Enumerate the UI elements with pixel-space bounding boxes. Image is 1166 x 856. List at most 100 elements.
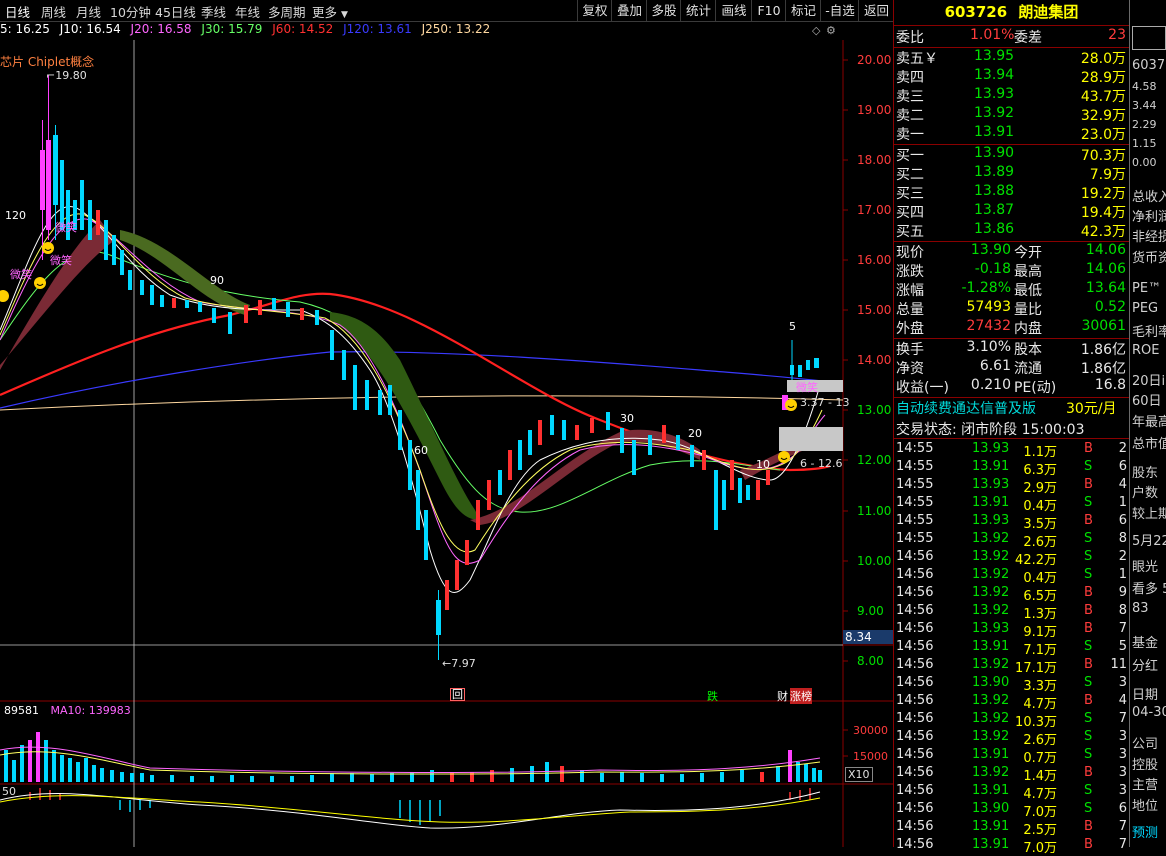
stat-label: 内盘 [1014, 321, 1042, 337]
tick-count: 6 [1118, 801, 1127, 816]
tick-volume: 1.1万 [1023, 445, 1057, 460]
ask-row: 卖一 13.91 23.0万 [894, 124, 1129, 143]
tab-yearly[interactable]: 年线 [235, 2, 260, 21]
add-watchlist-button[interactable]: -自选 [820, 0, 859, 21]
tick-count: 9 [1118, 585, 1127, 600]
tab-45day[interactable]: 45日线 [155, 2, 196, 21]
promo-banner[interactable]: 自动续费通达信普及版 30元/月 [894, 398, 1129, 417]
tick-row: 14:56 13.92 1.3万 B 8 [894, 603, 1129, 622]
volume-ma10: MA10: 139983 [50, 704, 131, 717]
price-axis-label: 19.00 [857, 103, 892, 117]
stock-name: 朗迪集团 [1018, 3, 1079, 21]
weibi-value: 1.01% [970, 27, 1015, 43]
tick-direction: S [1084, 495, 1093, 510]
tick-price: 13.93 [972, 441, 1010, 456]
stat-label: 最低 [1014, 283, 1042, 299]
tab-monthly[interactable]: 月线 [76, 2, 101, 21]
tick-volume: 10.3万 [1015, 715, 1057, 730]
bid-volume: 7.9万 [1089, 167, 1126, 183]
statistics-button[interactable]: 统计 [680, 0, 716, 21]
high-price-value: 19.80 [55, 69, 87, 82]
diamond-icon[interactable]: ◇ [812, 24, 820, 37]
tick-row: 14:56 13.91 4.7万 S 3 [894, 783, 1129, 802]
tick-count: 3 [1118, 783, 1127, 798]
ask-price: 13.94 [974, 67, 1015, 83]
tick-price: 13.91 [972, 639, 1010, 654]
ask-row: 卖四 13.94 28.9万 [894, 67, 1129, 86]
back-button[interactable]: 返回 [858, 0, 894, 21]
tab-daily[interactable]: 日线 [5, 2, 30, 21]
ask-label: 卖三 [896, 89, 924, 105]
bid-label: 买四 [896, 205, 924, 221]
bid-price: 13.88 [974, 183, 1015, 199]
bid-price: 13.90 [974, 145, 1015, 161]
ask-label: 卖五￥ [896, 51, 938, 67]
divider [894, 438, 1129, 439]
tick-volume: 0.4万 [1023, 571, 1057, 586]
fuquan-button[interactable]: 复权 [577, 0, 612, 21]
smile-icon [34, 277, 46, 289]
ask-volume: 43.7万 [1080, 89, 1126, 105]
mark-button[interactable]: 标记 [785, 0, 821, 21]
tick-row: 14:55 13.92 2.6万 S 8 [894, 531, 1129, 550]
tick-time: 14:56 [896, 837, 934, 852]
tick-volume: 42.2万 [1015, 553, 1057, 568]
stat-label: 收益(一) [896, 380, 949, 396]
tick-direction: S [1084, 531, 1093, 546]
tab-quarterly[interactable]: 季线 [201, 2, 226, 21]
stat-value: 6.61 [979, 358, 1011, 374]
tab-more[interactable]: 更多 ▼ [312, 2, 348, 21]
ask-price: 13.93 [974, 86, 1015, 102]
kline-chart[interactable] [0, 40, 893, 847]
tick-row: 14:56 13.90 3.3万 S 3 [894, 675, 1129, 694]
tick-count: 7 [1118, 621, 1127, 636]
f10-item: 净利润 [1132, 210, 1166, 225]
tick-price: 13.90 [972, 675, 1010, 690]
tick-volume: 1.4万 [1023, 769, 1057, 784]
price-axis-label: 11.00 [857, 504, 892, 518]
ma60-label: J60: 14.52 [272, 22, 334, 36]
tab-10min[interactable]: 10分钟 [110, 2, 151, 21]
ask-label: 卖二 [896, 108, 924, 124]
f10-item: 毛利率 [1132, 325, 1166, 340]
tick-volume: 1.3万 [1023, 607, 1057, 622]
f10-item: 2.29 [1132, 118, 1157, 131]
settings-icon[interactable]: ⚙ [826, 24, 836, 37]
tick-volume: 3.3万 [1023, 679, 1057, 694]
volume-axis-label: 30000 [853, 724, 888, 737]
f10-item[interactable]: 预测 [1132, 822, 1158, 841]
tick-volume: 6.5万 [1023, 589, 1057, 604]
price-note-13: 3.37 - 13 [800, 396, 850, 409]
tick-time: 14:56 [896, 693, 934, 708]
smile-icon [0, 290, 9, 302]
tick-price: 13.92 [972, 531, 1010, 546]
bid-row: 买一 13.90 70.3万 [894, 145, 1129, 164]
bid-price: 13.87 [974, 202, 1015, 218]
tick-direction: B [1084, 441, 1093, 456]
f10-item: 3.44 [1132, 99, 1157, 112]
ma20-label: J20: 16.58 [130, 22, 192, 36]
tick-row: 14:55 13.91 6.3万 S 6 [894, 459, 1129, 478]
weibi-row: 委比 1.01% 委差 23 [894, 27, 1129, 46]
tick-time: 14:56 [896, 639, 934, 654]
stat-label: 外盘 [896, 321, 924, 337]
price-axis-label: 15.00 [857, 303, 892, 317]
draw-line-button[interactable]: 画线 [715, 0, 752, 21]
ma10-label: J10: 16.54 [59, 22, 121, 36]
price-axis-label: 18.00 [857, 153, 892, 167]
tab-weekly[interactable]: 周线 [41, 2, 66, 21]
tag-hui[interactable]: 回 [450, 688, 465, 701]
multi-stock-button[interactable]: 多股 [646, 0, 681, 21]
tab-multi-period[interactable]: 多周期 [268, 2, 306, 21]
tick-count: 3 [1118, 675, 1127, 690]
overlay-button[interactable]: 叠加 [611, 0, 647, 21]
side-panel-box[interactable] [1132, 26, 1166, 50]
annotation-20: 20 [688, 427, 702, 440]
f10-button[interactable]: F10 [751, 0, 786, 21]
ma120-label: J120: 13.61 [343, 22, 412, 36]
bid-row: 买四 13.87 19.4万 [894, 202, 1129, 221]
tick-direction: B [1084, 837, 1093, 852]
price-ticks [843, 59, 848, 662]
tick-direction: B [1084, 621, 1093, 636]
tick-price: 13.91 [972, 459, 1010, 474]
